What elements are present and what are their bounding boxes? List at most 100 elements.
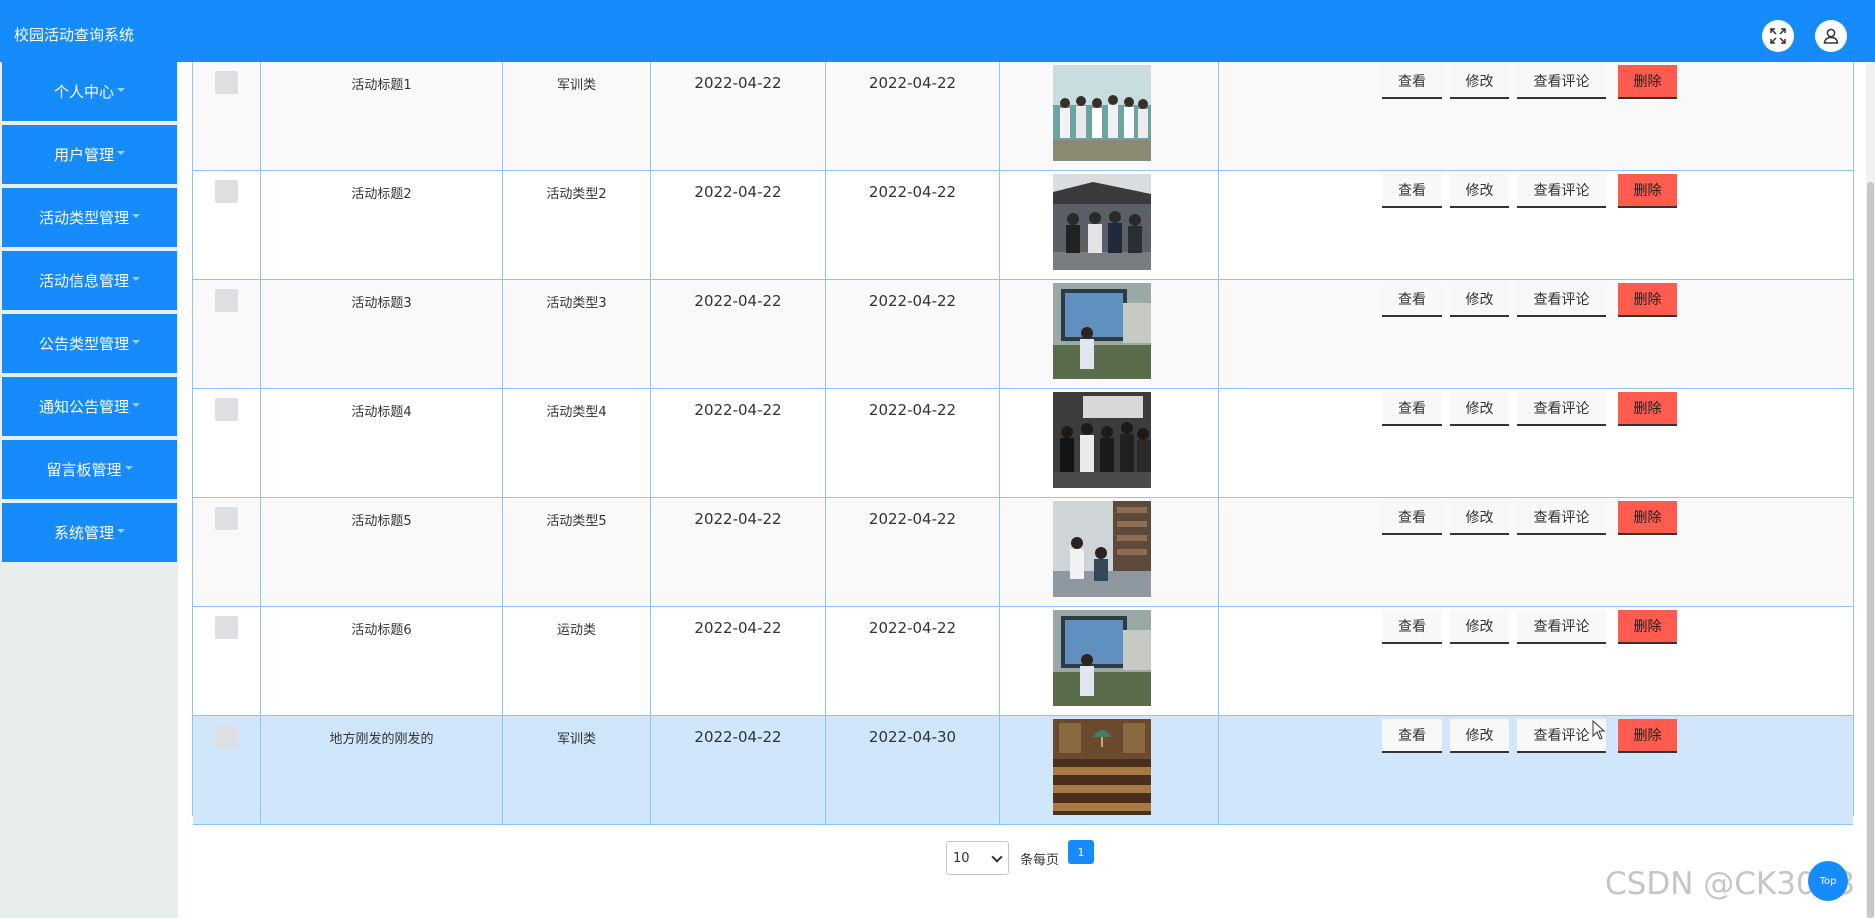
activity-photo bbox=[1053, 65, 1151, 161]
row-checkbox[interactable] bbox=[215, 725, 238, 748]
fullscreen-button[interactable] bbox=[1762, 20, 1794, 52]
chevron-down-icon bbox=[991, 851, 1003, 863]
fullscreen-icon bbox=[1770, 28, 1786, 44]
cell-type: 军训类 bbox=[503, 62, 651, 170]
cell-type: 活动类型2 bbox=[503, 171, 651, 279]
table-row[interactable]: 活动标题1 军训类 2022-04-22 2022-04-22 查看 修改 查看… bbox=[193, 62, 1853, 171]
cell-start-date: 2022-04-22 bbox=[651, 171, 826, 279]
view-comments-button[interactable]: 查看评论 bbox=[1517, 392, 1606, 426]
row-checkbox[interactable] bbox=[215, 616, 238, 639]
cell-type: 活动类型3 bbox=[503, 280, 651, 388]
cell-title: 活动标题2 bbox=[261, 171, 503, 279]
cell-end-date: 2022-04-22 bbox=[826, 607, 1000, 715]
delete-button[interactable]: 删除 bbox=[1618, 392, 1677, 426]
view-comments-button[interactable]: 查看评论 bbox=[1517, 610, 1606, 644]
cell-start-date: 2022-04-22 bbox=[651, 62, 826, 170]
edit-button[interactable]: 修改 bbox=[1450, 501, 1509, 535]
caret-down-icon bbox=[117, 151, 125, 155]
cell-title: 活动标题4 bbox=[261, 389, 503, 497]
edit-button[interactable]: 修改 bbox=[1450, 392, 1509, 426]
sidebar-item-message-board-management[interactable]: 留言板管理 bbox=[2, 440, 177, 499]
activity-photo bbox=[1053, 501, 1151, 597]
view-button[interactable]: 查看 bbox=[1382, 719, 1442, 753]
activity-table: 活动标题1 军训类 2022-04-22 2022-04-22 查看 修改 查看… bbox=[192, 62, 1854, 825]
app-title: 校园活动查询系统 bbox=[14, 26, 135, 44]
view-comments-button[interactable]: 查看评论 bbox=[1517, 174, 1606, 208]
activity-photo bbox=[1053, 392, 1151, 488]
edit-button[interactable]: 修改 bbox=[1450, 174, 1509, 208]
table-row[interactable]: 活动标题3 活动类型3 2022-04-22 2022-04-22 查看 修改 … bbox=[193, 280, 1853, 389]
cell-type: 运动类 bbox=[503, 607, 651, 715]
sidebar-item-activity-type-management[interactable]: 活动类型管理 bbox=[2, 188, 177, 247]
row-checkbox[interactable] bbox=[215, 507, 238, 530]
cell-start-date: 2022-04-22 bbox=[651, 716, 826, 824]
user-icon bbox=[1823, 28, 1839, 44]
view-comments-button[interactable]: 查看评论 bbox=[1517, 283, 1606, 317]
view-comments-button[interactable]: 查看评论 bbox=[1517, 501, 1606, 535]
table-row[interactable]: 活动标题6 运动类 2022-04-22 2022-04-22 查看 修改 查看… bbox=[193, 607, 1853, 716]
caret-down-icon bbox=[132, 277, 140, 281]
sidebar-item-notice-type-management[interactable]: 公告类型管理 bbox=[2, 314, 177, 373]
view-button[interactable]: 查看 bbox=[1382, 65, 1442, 99]
user-menu-button[interactable] bbox=[1815, 20, 1847, 52]
cell-title: 活动标题3 bbox=[261, 280, 503, 388]
edit-button[interactable]: 修改 bbox=[1450, 610, 1509, 644]
cell-title: 活动标题6 bbox=[261, 607, 503, 715]
cell-start-date: 2022-04-22 bbox=[651, 389, 826, 497]
row-checkbox[interactable] bbox=[215, 71, 238, 94]
cell-start-date: 2022-04-22 bbox=[651, 498, 826, 606]
sidebar-item-personal-center[interactable]: 个人中心 bbox=[2, 62, 177, 121]
scrollbar-thumb[interactable] bbox=[1867, 182, 1874, 918]
page-size-select[interactable]: 10 bbox=[946, 841, 1009, 875]
sidebar-item-user-management[interactable]: 用户管理 bbox=[2, 125, 177, 184]
activity-photo bbox=[1053, 610, 1151, 706]
row-checkbox[interactable] bbox=[215, 398, 238, 421]
row-checkbox[interactable] bbox=[215, 289, 238, 312]
table-row[interactable]: 活动标题5 活动类型5 2022-04-22 2022-04-22 查看 修改 … bbox=[193, 498, 1853, 607]
delete-button[interactable]: 删除 bbox=[1618, 174, 1677, 208]
row-checkbox[interactable] bbox=[215, 180, 238, 203]
view-button[interactable]: 查看 bbox=[1382, 392, 1442, 426]
view-button[interactable]: 查看 bbox=[1382, 501, 1442, 535]
table-row[interactable]: 活动标题4 活动类型4 2022-04-22 2022-04-22 查看 修改 … bbox=[193, 389, 1853, 498]
cell-end-date: 2022-04-22 bbox=[826, 62, 1000, 170]
view-button[interactable]: 查看 bbox=[1382, 610, 1442, 644]
caret-down-icon bbox=[132, 340, 140, 344]
cell-end-date: 2022-04-22 bbox=[826, 389, 1000, 497]
activity-photo bbox=[1053, 283, 1151, 379]
edit-button[interactable]: 修改 bbox=[1450, 65, 1509, 99]
sidebar-item-activity-info-management[interactable]: 活动信息管理 bbox=[2, 251, 177, 310]
view-comments-button[interactable]: 查看评论 bbox=[1517, 65, 1606, 99]
cell-type: 军训类 bbox=[503, 716, 651, 824]
activity-photo bbox=[1053, 719, 1151, 815]
view-button[interactable]: 查看 bbox=[1382, 174, 1442, 208]
cell-end-date: 2022-04-22 bbox=[826, 498, 1000, 606]
delete-button[interactable]: 删除 bbox=[1618, 65, 1677, 99]
delete-button[interactable]: 删除 bbox=[1618, 719, 1677, 753]
sidebar-item-notice-management[interactable]: 通知公告管理 bbox=[2, 377, 177, 436]
activity-photo bbox=[1053, 174, 1151, 270]
cell-end-date: 2022-04-30 bbox=[826, 716, 1000, 824]
table-row[interactable]: 活动标题2 活动类型2 2022-04-22 2022-04-22 查看 修改 … bbox=[193, 171, 1853, 280]
cell-start-date: 2022-04-22 bbox=[651, 607, 826, 715]
caret-down-icon bbox=[124, 466, 133, 470]
caret-down-icon bbox=[117, 529, 125, 533]
delete-button[interactable]: 删除 bbox=[1618, 283, 1677, 317]
edit-button[interactable]: 修改 bbox=[1450, 283, 1509, 317]
cell-end-date: 2022-04-22 bbox=[826, 280, 1000, 388]
sidebar: 个人中心 用户管理 活动类型管理 活动信息管理 公告类型管理 通知公告管理 留言… bbox=[0, 62, 178, 918]
delete-button[interactable]: 删除 bbox=[1618, 610, 1677, 644]
view-button[interactable]: 查看 bbox=[1382, 283, 1442, 317]
caret-down-icon bbox=[132, 214, 140, 218]
page-button-current[interactable]: 1 bbox=[1068, 840, 1094, 864]
delete-button[interactable]: 删除 bbox=[1618, 501, 1677, 535]
cell-title: 活动标题5 bbox=[261, 498, 503, 606]
sidebar-item-system-management[interactable]: 系统管理 bbox=[2, 503, 177, 562]
caret-down-icon bbox=[132, 403, 140, 407]
caret-down-icon bbox=[117, 88, 125, 92]
top-bar: 校园活动查询系统 bbox=[0, 0, 1875, 62]
cell-start-date: 2022-04-22 bbox=[651, 280, 826, 388]
cell-type: 活动类型4 bbox=[503, 389, 651, 497]
edit-button[interactable]: 修改 bbox=[1450, 719, 1509, 753]
back-to-top-button[interactable]: Top bbox=[1808, 861, 1848, 901]
